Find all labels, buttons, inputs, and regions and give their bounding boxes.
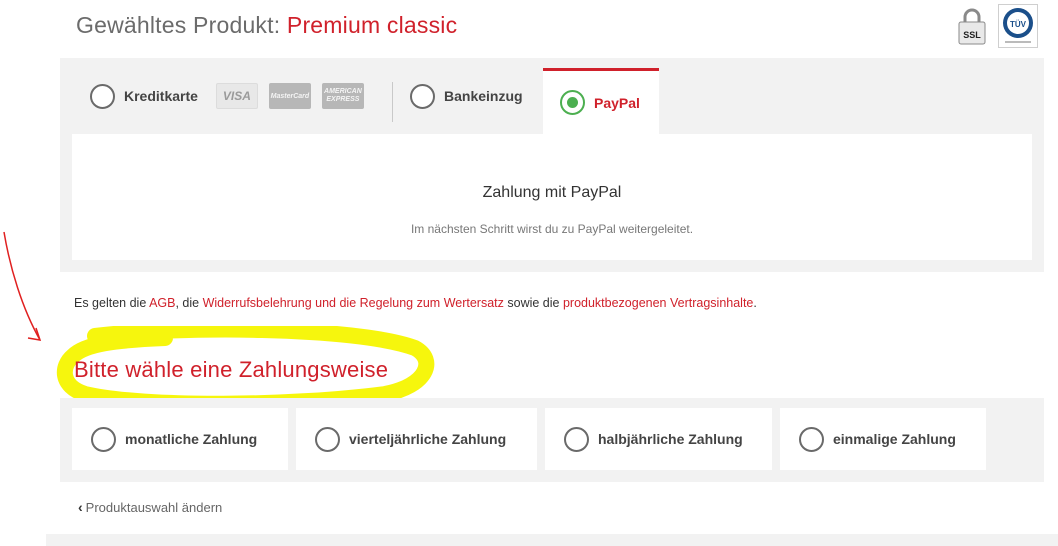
tuv-seal-icon: TÜV	[998, 4, 1038, 48]
bankeinzug-radio[interactable]	[410, 83, 435, 109]
vierteljaehrlich-radio[interactable]	[315, 426, 340, 452]
visa-logo-icon: VISA	[215, 83, 258, 109]
legal-notice: Es gelten die AGB, die Widerrufsbelehrun…	[74, 296, 757, 310]
halbjaehrlich-radio[interactable]	[564, 426, 589, 452]
card-logos: VISA MasterCard AMERICAN EXPRESS	[215, 83, 364, 109]
paypal-redirect-text: Im nächsten Schritt wirst du zu PayPal w…	[410, 222, 694, 236]
tab-divider	[392, 82, 393, 122]
mastercard-logo-icon: MasterCard	[268, 83, 311, 109]
option-einmalige-zahlung[interactable]: einmalige Zahlung	[780, 408, 986, 470]
halbjaehrlich-label: halbjährliche Zahlung	[598, 431, 743, 447]
tab-kreditkarte[interactable]: Kreditkarte VISA MasterCard AMERICAN EXP…	[90, 58, 364, 134]
legal-text-3: sowie die	[503, 296, 563, 310]
tuv-badge-text: TÜV	[1010, 20, 1027, 29]
back-link-label: Produktauswahl ändern	[85, 499, 223, 515]
vertragsinhalte-link[interactable]: produktbezogenen Vertragsinhalte	[563, 296, 753, 310]
monatlich-radio[interactable]	[91, 426, 116, 452]
paypal-label: PayPal	[594, 94, 640, 111]
einmalig-radio[interactable]	[799, 426, 824, 452]
einmalig-label: einmalige Zahlung	[833, 431, 956, 447]
vierteljaehrlich-label: vierteljährliche Zahlung	[349, 431, 507, 447]
bankeinzug-label: Bankeinzug	[444, 88, 523, 104]
page-title-prefix: Gewähltes Produkt:	[76, 12, 287, 38]
payment-interval-panel: monatliche Zahlung vierteljährliche Zahl…	[60, 398, 1044, 482]
kreditkarte-radio[interactable]	[90, 83, 115, 109]
option-monatliche-zahlung[interactable]: monatliche Zahlung	[72, 408, 288, 470]
legal-text-2: , die	[175, 296, 203, 310]
payment-method-panel: Kreditkarte VISA MasterCard AMERICAN EXP…	[60, 58, 1044, 272]
paypal-content-box: Zahlung mit PayPal Im nächsten Schritt w…	[72, 134, 1032, 260]
payment-interval-title: Bitte wähle eine Zahlungsweise	[74, 357, 389, 382]
agb-link[interactable]: AGB	[149, 296, 175, 310]
tab-paypal[interactable]: PayPal	[543, 68, 659, 134]
legal-text-1: Es gelten die	[74, 296, 150, 310]
monatlich-label: monatliche Zahlung	[125, 431, 258, 447]
selected-product-name: Premium classic	[286, 12, 458, 38]
paypal-radio[interactable]	[560, 90, 585, 115]
tab-bankeinzug[interactable]: Bankeinzug	[410, 58, 523, 134]
ssl-badge-text: SSL	[963, 30, 981, 40]
chevron-left-icon: ‹	[78, 499, 83, 515]
amex-logo-icon: AMERICAN EXPRESS	[321, 83, 364, 109]
footer-bar	[46, 534, 1058, 546]
option-vierteljaehrliche-zahlung[interactable]: vierteljährliche Zahlung	[296, 408, 537, 470]
kreditkarte-label: Kreditkarte	[124, 88, 198, 104]
payment-method-tabs: Kreditkarte VISA MasterCard AMERICAN EXP…	[60, 58, 1044, 134]
legal-text-4: .	[753, 296, 757, 310]
page-title: Gewähltes Produkt: Premium classic	[76, 12, 457, 39]
back-to-product-selection-link[interactable]: ‹ Produktauswahl ändern	[78, 499, 222, 515]
ssl-lock-icon: SSL	[958, 7, 986, 45]
paypal-heading: Zahlung mit PayPal	[482, 184, 622, 201]
option-halbjaehrliche-zahlung[interactable]: halbjährliche Zahlung	[545, 408, 772, 470]
widerruf-link[interactable]: Widerrufsbelehrung und die Regelung zum …	[203, 296, 504, 310]
trust-badges: SSL TÜV	[958, 4, 1038, 48]
red-arrow-annotation	[3, 231, 42, 341]
